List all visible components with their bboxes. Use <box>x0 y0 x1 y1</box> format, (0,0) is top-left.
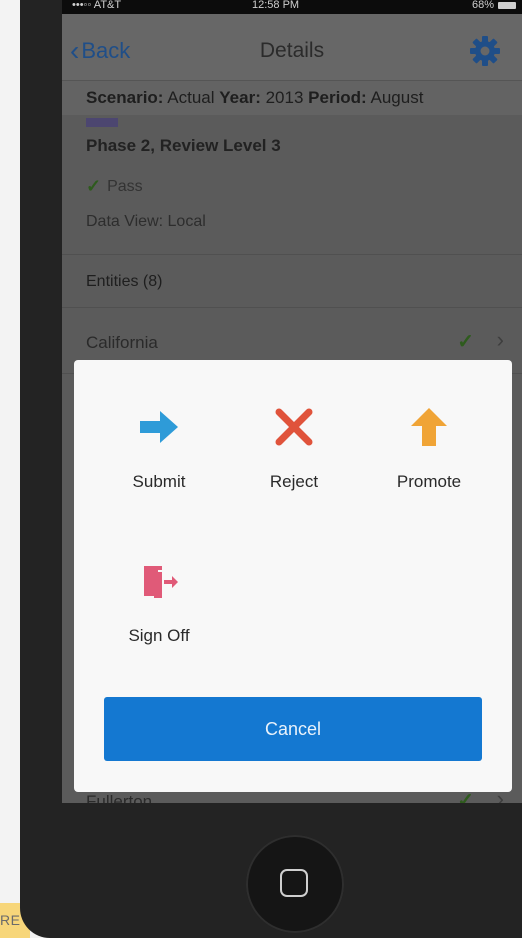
pass-status: ✓ Pass <box>86 176 143 197</box>
check-icon: ✓ <box>457 331 474 353</box>
list-item-label: California <box>86 333 158 352</box>
gear-icon[interactable] <box>468 34 502 68</box>
year-key: Year: <box>219 88 261 107</box>
status-color-chip <box>86 118 118 127</box>
battery-icon <box>498 2 516 9</box>
page-title: Details <box>259 39 325 62</box>
status-time: 12:58 PM <box>252 0 300 11</box>
promote-label: Promote <box>396 472 462 491</box>
sign-off-icon <box>136 558 182 604</box>
reject-button[interactable]: Reject <box>234 404 354 492</box>
chevron-right-icon: › <box>496 327 504 352</box>
check-icon: ✓ <box>86 176 102 196</box>
submit-label: Submit <box>132 472 186 491</box>
home-square-icon <box>280 869 308 897</box>
reject-label: Reject <box>269 472 319 491</box>
sign-off-button[interactable]: Sign Off <box>99 558 219 646</box>
arrow-right-icon <box>136 404 182 450</box>
phase-title: Phase 2, Review Level 3 <box>86 136 281 155</box>
scenario-key: Scenario: <box>86 88 164 107</box>
action-sheet: Submit Reject Promote Sign Off Cancel <box>74 360 512 792</box>
submit-button[interactable]: Submit <box>99 404 219 492</box>
scenario-bar: Scenario: Actual Year: 2013 Period: Augu… <box>62 81 522 115</box>
phone-screen: •••◦◦ AT&T 12:58 PM 68% ‹ Back Details S… <box>62 0 522 803</box>
arrow-up-icon <box>406 404 452 450</box>
data-view-label: Data View: Local <box>86 213 206 230</box>
entities-header: Entities (8) <box>62 254 522 308</box>
battery-percent: 68% <box>471 0 494 11</box>
carrier-label: •••◦◦ AT&T <box>72 0 122 11</box>
nav-bar: ‹ Back Details <box>62 14 522 81</box>
phone-frame: •••◦◦ AT&T 12:58 PM 68% ‹ Back Details S… <box>20 0 522 938</box>
scenario-value: Actual <box>167 88 215 107</box>
period-key: Period: <box>308 88 367 107</box>
sign-off-label: Sign Off <box>128 626 190 645</box>
home-button[interactable] <box>246 835 344 933</box>
cancel-button[interactable]: Cancel <box>104 697 482 761</box>
promote-button[interactable]: Promote <box>369 404 489 492</box>
pass-label: Pass <box>107 177 143 195</box>
period-value: August <box>370 88 424 107</box>
entities-label: Entities (8) <box>86 273 163 290</box>
year-value: 2013 <box>265 88 304 107</box>
list-item-label: Fullerton <box>86 792 153 803</box>
status-bar: •••◦◦ AT&T 12:58 PM 68% <box>62 0 522 14</box>
x-icon <box>271 404 317 450</box>
